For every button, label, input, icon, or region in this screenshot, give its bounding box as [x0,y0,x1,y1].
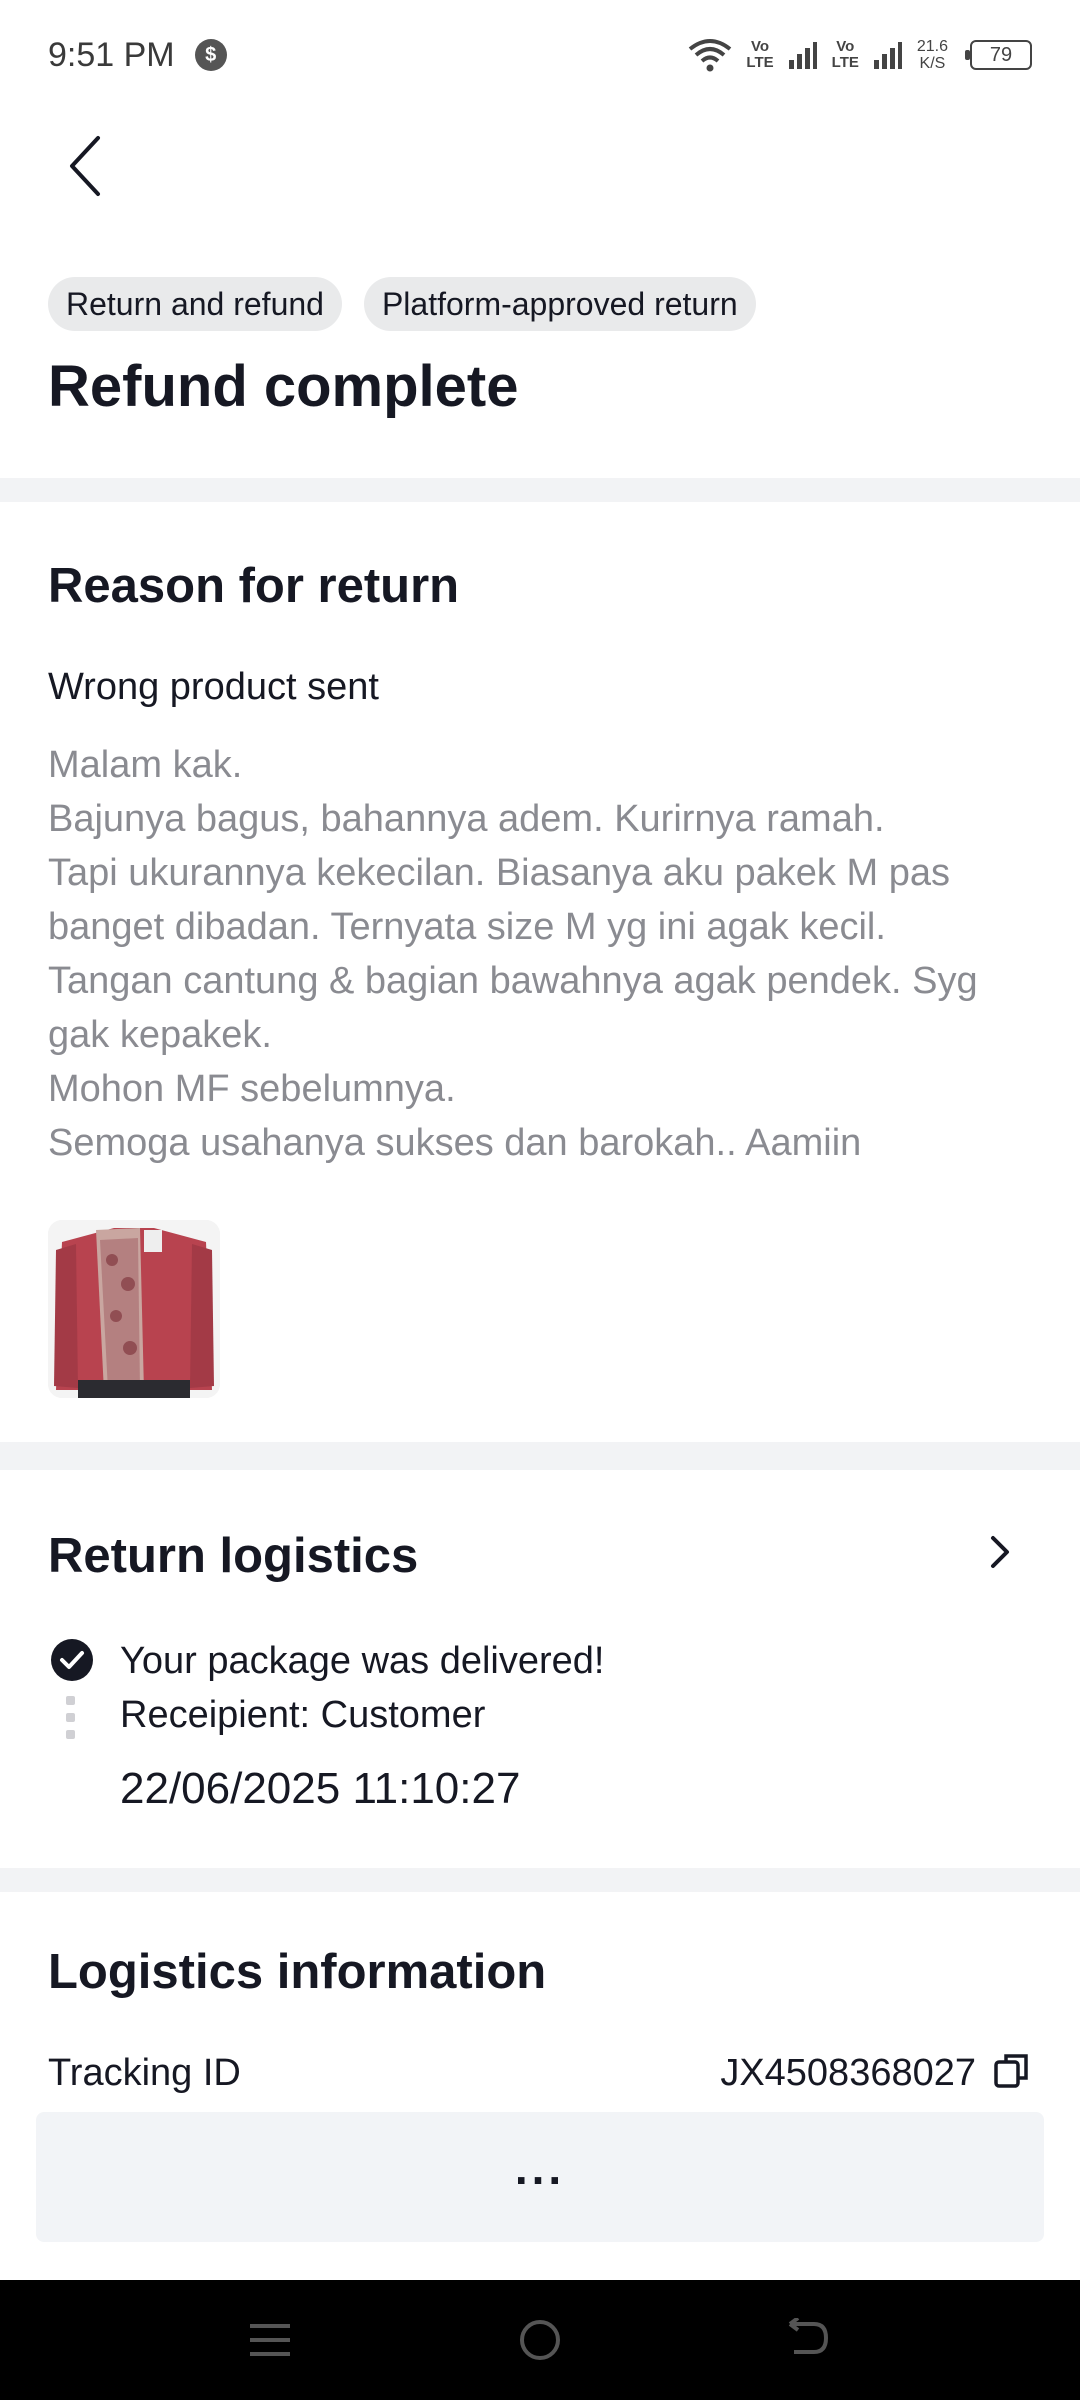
signal-icon-2 [873,40,903,70]
menu-icon [250,2324,290,2356]
reason-line: gak kepakek. [48,1014,272,1056]
reason-type: Wrong product sent [48,666,379,708]
notification-badge-icon: $ [194,39,227,71]
back-gesture-icon [788,2318,829,2354]
check-circle-icon [51,1639,93,1681]
more-dots-icon: ... [514,2142,566,2194]
reason-description: Malam kak. Bajunya bagus, bahannya adem.… [48,738,1044,1170]
status-bar: 9:51 PM $ Vo LTE Vo LTE 21.6 K/S 79 [0,0,1080,110]
reason-line: Mohon MF sebelumnya. [48,1068,456,1110]
signal-icon-1 [788,40,818,70]
refund-status-title: Refund complete [48,354,519,419]
tracking-row: Tracking ID JX4508368027 [48,2050,1032,2094]
tag-return-and-refund: Return and refund [48,277,342,331]
delivery-recipient: Receipient: Customer [120,1694,486,1736]
status-time: 9:51 PM [48,35,175,74]
reason-line: Semoga usahanya sukses dan barokah.. Aam… [48,1122,862,1164]
delivery-status: Your package was delivered! [120,1640,605,1682]
reason-line: Malam kak. [48,744,243,786]
reason-line: banget dibadan. Ternyata size M yg ini a… [48,906,886,948]
reason-line: Tapi ukurannya kekecilan. Biasanya aku p… [48,852,950,894]
reason-line: Bajunya bagus, bahannya adem. Kurirnya r… [48,798,885,840]
reason-section-title: Reason for return [48,559,460,613]
refund-status-card: Return and refund Platform-approved retu… [0,228,1080,478]
reason-line: Tangan cantung & bagian bawahnya agak pe… [48,960,978,1002]
return-detail-screen: 9:51 PM $ Vo LTE Vo LTE 21.6 K/S 79 Retu… [0,0,1080,2400]
network-speed: 21.6 K/S [916,38,948,72]
volte-indicator-2: Vo LTE [831,38,859,71]
home-circle-icon [520,2320,560,2360]
volte-indicator-1: Vo LTE [746,38,774,71]
timeline-connector [66,1696,78,1747]
reason-card: Reason for return Wrong product sent Mal… [0,502,1080,1442]
system-back-button[interactable] [778,2310,838,2370]
home-button[interactable] [510,2310,570,2370]
wifi-icon [688,37,732,73]
nav-bar [0,110,1080,228]
back-arrow-icon [70,136,100,196]
battery-icon: 79 [965,40,1032,70]
tag-platform-approved: Platform-approved return [363,277,756,331]
logistics-info-title: Logistics information [48,1945,547,1999]
tag-list: Return and refund Platform-approved retu… [48,277,756,331]
return-logistics-card[interactable]: Return logistics Your package was delive… [0,1470,1080,1868]
logistics-section-title: Return logistics [48,1529,419,1583]
copy-icon[interactable] [992,2050,1032,2090]
chevron-right-icon[interactable] [970,1522,1030,1582]
status-icons: Vo LTE Vo LTE 21.6 K/S 79 [688,37,1032,73]
recent-apps-button[interactable] [240,2310,300,2370]
tracking-id-label: Tracking ID [48,2052,241,2094]
system-nav-bar [0,2280,1080,2400]
delivery-timestamp: 22/06/2025 11:10:27 [120,1764,521,1813]
tracking-id-value: JX4508368027 [720,2052,976,2094]
return-photo-thumbnail[interactable] [48,1220,220,1398]
more-actions-button[interactable]: ... [36,2112,1044,2242]
back-button[interactable] [46,116,126,216]
